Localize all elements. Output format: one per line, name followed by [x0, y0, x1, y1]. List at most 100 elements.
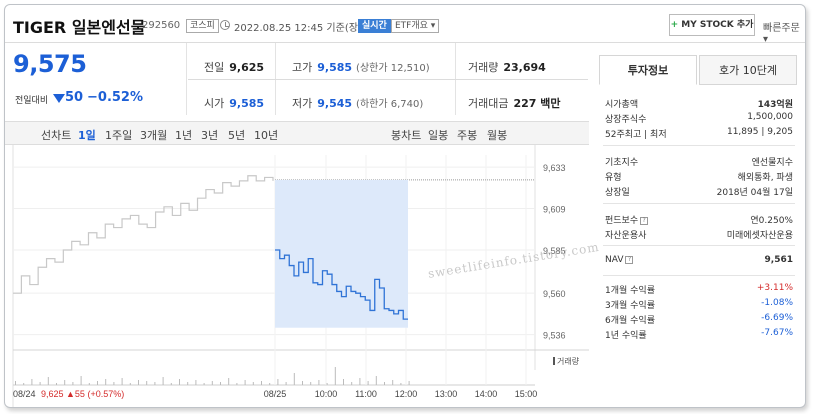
volume-legend-icon: [553, 357, 555, 365]
volume-bar: [56, 383, 57, 385]
stat-prev-close: 전일 9,625: [204, 59, 264, 75]
info-value: 9,561: [764, 255, 793, 265]
info-value: 미래에셋자산운용: [726, 231, 793, 241]
stock-code: 292560: [142, 20, 181, 31]
candle-weekly[interactable]: 주봉: [457, 127, 477, 143]
clock-icon: [220, 20, 230, 30]
candle-monthly[interactable]: 월봉: [487, 127, 507, 143]
info-label: 3개월 수익률: [605, 301, 655, 311]
volume-bar: [392, 380, 394, 385]
info-value: 해외통화, 파생: [737, 173, 793, 183]
divider: [188, 79, 588, 80]
stat-volume: 거래량 23,694: [468, 59, 546, 75]
stat-label: 고가: [292, 61, 313, 74]
x-tick-label: 10:00: [315, 389, 338, 399]
line-chart-tab[interactable]: 선차트: [41, 127, 71, 143]
stat-label: 전일: [204, 61, 225, 74]
volume-bar: [23, 383, 25, 385]
etf-overview-dropdown[interactable]: ETF개요 ▾: [391, 19, 440, 33]
y-tick-label: 9,633: [543, 163, 566, 173]
stat-high: 고가 9,585 (상한가 12,510): [292, 59, 430, 75]
timestamp: 2022.08.25 12:45 기준(장중): [234, 23, 372, 34]
info-label: 52주최고 | 최저: [605, 130, 667, 140]
prev-day-line: [13, 175, 274, 294]
volume-bar: [228, 378, 230, 385]
stat-value: 23,694: [503, 61, 546, 74]
add-mystock-label: MY STOCK 추가: [681, 20, 754, 30]
add-mystock-button[interactable]: + MY STOCK 추가: [669, 14, 755, 36]
period-1y[interactable]: 1년: [175, 127, 192, 143]
help-icon[interactable]: ?: [640, 216, 649, 225]
volume-bar: [277, 379, 279, 385]
price-change: 50: [65, 90, 84, 105]
stat-sub: (하한가 6,740): [356, 99, 424, 110]
market-tag: 코스피: [186, 19, 219, 33]
stat-value: 9,585: [229, 97, 265, 110]
stat-sub: (상한가 12,510): [356, 63, 430, 74]
prev-day-summary: 9,625 ▲55 (+0.57%): [41, 389, 124, 399]
info-label: NAV?: [605, 255, 634, 265]
price-chart: 9,633 9,609 9,585 9,560 9,536 거래량 08/25 10:00 11…: [5, 145, 589, 407]
prev-day-date: 08/24: [13, 389, 36, 399]
price-chart-svg: 9,6339,6099,5859,5609,536거래량08/25 10:00 11…: [12, 145, 589, 407]
stat-value: 9,545: [317, 97, 353, 110]
help-icon[interactable]: ?: [625, 255, 634, 264]
divider: [603, 203, 795, 204]
info-label: 유형: [605, 173, 622, 183]
change-label: 전일대비: [15, 96, 49, 106]
candle-daily[interactable]: 일봉: [428, 127, 448, 143]
price-box: 9,575 전일대비 50 −0.52%: [5, 43, 187, 115]
info-value: 1,500,000: [747, 112, 793, 122]
candle-chart-tab[interactable]: 봉차트: [391, 127, 421, 143]
volume-bar: [31, 379, 33, 385]
stat-label: 거래대금: [468, 97, 509, 110]
tab-order-book[interactable]: 호가 10단계: [699, 55, 797, 85]
volume-bar: [47, 377, 49, 385]
period-1d[interactable]: 1일: [78, 127, 96, 143]
volume-bar: [80, 376, 82, 385]
info-value: -1.08%: [761, 298, 793, 308]
period-3m[interactable]: 3개월: [140, 127, 167, 143]
period-10y[interactable]: 10년: [254, 127, 278, 143]
plus-icon: +: [670, 20, 679, 30]
volume-bar: [211, 381, 213, 385]
stat-open: 시가 9,585: [204, 95, 264, 111]
today-range-fill: [275, 179, 408, 328]
volume-bar: [269, 383, 271, 385]
period-5y[interactable]: 5년: [228, 127, 245, 143]
x-tick-label: 12:00: [395, 389, 418, 399]
volume-bar: [15, 381, 16, 385]
stat-low: 저가 9,545 (하한가 6,740): [292, 95, 423, 111]
divider: [603, 245, 795, 246]
volume-bar: [326, 383, 328, 385]
volume-bar: [162, 377, 164, 385]
volume-bar: [236, 383, 238, 385]
info-label: 시가총액: [605, 100, 639, 110]
volume-bar: [220, 382, 221, 385]
x-tick-label: 15:00: [515, 389, 538, 399]
etf-overview-label: ETF개요: [395, 21, 428, 31]
realtime-button[interactable]: 실시간: [358, 19, 391, 33]
header: TIGER 일본엔선물 292560 코스피 2022.08.25 12:45 …: [5, 5, 805, 45]
info-value: +3.11%: [756, 283, 793, 293]
info-value: 연0.250%: [750, 216, 793, 226]
info-value: -6.69%: [761, 313, 793, 323]
tab-investment-info[interactable]: 투자정보: [599, 55, 697, 85]
stat-label: 거래량: [468, 61, 499, 74]
info-label: 1년 수익률: [605, 331, 647, 341]
volume-bar: [408, 381, 410, 385]
volume-bar: [359, 378, 361, 385]
chevron-down-icon: ▾: [430, 21, 436, 31]
period-3y[interactable]: 3년: [201, 127, 218, 143]
quick-order-button[interactable]: 빠른주문 ▾: [763, 19, 805, 45]
stock-name: TIGER 일본엔선물: [13, 18, 146, 37]
stat-value: 227 백만: [513, 97, 561, 110]
volume-bar: [170, 383, 172, 385]
stat-value: 9,625: [229, 61, 265, 74]
volume-bar: [285, 382, 287, 385]
volume-bar: [121, 378, 123, 385]
volume-bar: [302, 381, 303, 385]
period-1w[interactable]: 1주일: [105, 127, 132, 143]
volume-bar: [105, 379, 107, 385]
chart-toolbar: 선차트 1일 1주일 3개월 1년 3년 5년 10년 봉차트 일봉 주봉 월봉: [5, 121, 589, 145]
